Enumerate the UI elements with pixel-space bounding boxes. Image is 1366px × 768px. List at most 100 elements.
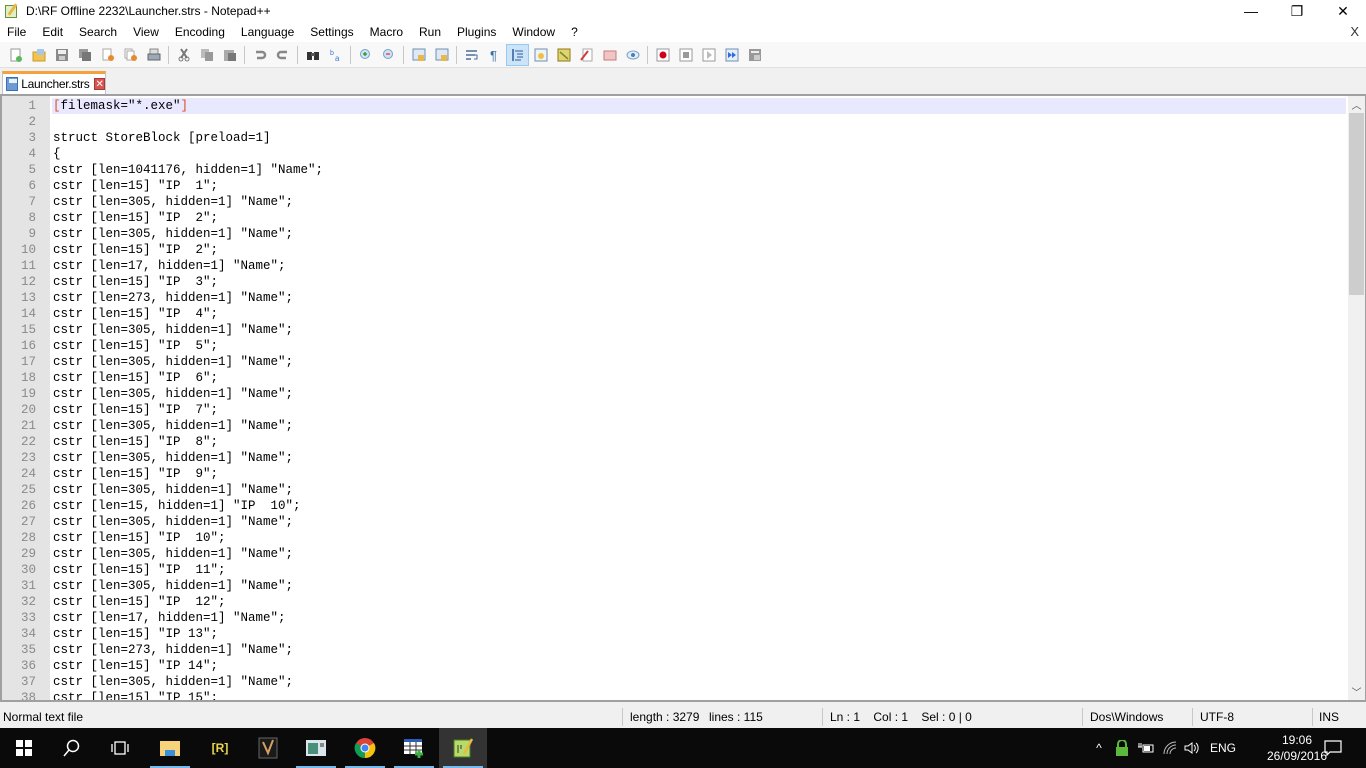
- taskbar-game-launcher[interactable]: [244, 728, 292, 768]
- menu-settings[interactable]: Settings: [302, 22, 361, 42]
- find-button[interactable]: [301, 44, 324, 66]
- minimize-button[interactable]: —: [1228, 0, 1274, 22]
- editor-line[interactable]: 15 cstr [len=305, hidden=1] "Name";: [2, 322, 1346, 338]
- editor-line[interactable]: 31 cstr [len=305, hidden=1] "Name";: [2, 578, 1346, 594]
- show-hidden-icons-button[interactable]: ^: [1090, 741, 1108, 755]
- taskbar-chrome[interactable]: [341, 728, 389, 768]
- editor-line[interactable]: 21 cstr [len=305, hidden=1] "Name";: [2, 418, 1346, 434]
- search-button[interactable]: [48, 728, 96, 768]
- menu-macro[interactable]: Macro: [362, 22, 411, 42]
- editor-line[interactable]: 28 cstr [len=15] "IP 10";: [2, 530, 1346, 546]
- close-all-button[interactable]: [119, 44, 142, 66]
- menu-search[interactable]: Search: [71, 22, 125, 42]
- action-center-button[interactable]: [1310, 728, 1356, 768]
- editor-line[interactable]: 30 cstr [len=15] "IP 11";: [2, 562, 1346, 578]
- redo-button[interactable]: [271, 44, 294, 66]
- menu-help[interactable]: ?: [563, 22, 586, 42]
- input-language-indicator[interactable]: ENG: [1210, 741, 1236, 755]
- menu-view[interactable]: View: [125, 22, 167, 42]
- scrollbar-thumb[interactable]: [1349, 113, 1364, 295]
- menu-edit[interactable]: Edit: [34, 22, 71, 42]
- new-file-button[interactable]: [4, 44, 27, 66]
- scroll-down-icon[interactable]: ﹀: [1348, 683, 1365, 700]
- taskbar-file-explorer[interactable]: [146, 728, 194, 768]
- editor-line[interactable]: 22 cstr [len=15] "IP 8";: [2, 434, 1346, 450]
- save-all-button[interactable]: [73, 44, 96, 66]
- folder-as-workspace-button[interactable]: [575, 44, 598, 66]
- run-macro-multiple-button[interactable]: [720, 44, 743, 66]
- editor-line[interactable]: 13 cstr [len=273, hidden=1] "Name";: [2, 290, 1346, 306]
- editor-line[interactable]: 3 struct StoreBlock [preload=1]: [2, 130, 1346, 146]
- show-all-characters-button[interactable]: ¶: [483, 44, 506, 66]
- battery-power-icon[interactable]: [1138, 741, 1154, 755]
- paste-button[interactable]: [218, 44, 241, 66]
- playback-macro-button[interactable]: [697, 44, 720, 66]
- taskbar-spreadsheet-app[interactable]: [390, 728, 438, 768]
- editor-line[interactable]: 11 cstr [len=17, hidden=1] "Name";: [2, 258, 1346, 274]
- word-wrap-button[interactable]: [460, 44, 483, 66]
- editor-line[interactable]: 5 cstr [len=1041176, hidden=1] "Name";: [2, 162, 1346, 178]
- editor-line[interactable]: 38 cstr [len=15] "IP 15";: [2, 690, 1346, 700]
- editor-line[interactable]: 7 cstr [len=305, hidden=1] "Name";: [2, 194, 1346, 210]
- start-button[interactable]: [0, 728, 48, 768]
- document-map-button[interactable]: [529, 44, 552, 66]
- cut-button[interactable]: [172, 44, 195, 66]
- close-document-button[interactable]: X: [1350, 24, 1359, 39]
- editor-line[interactable]: 37 cstr [len=305, hidden=1] "Name";: [2, 674, 1346, 690]
- task-view-button[interactable]: [96, 728, 144, 768]
- editor-line[interactable]: 2: [2, 114, 1346, 130]
- scroll-up-icon[interactable]: ︿: [1348, 96, 1365, 113]
- editor-line[interactable]: 20 cstr [len=15] "IP 7";: [2, 402, 1346, 418]
- editor-line[interactable]: 29 cstr [len=305, hidden=1] "Name";: [2, 546, 1346, 562]
- text-editor[interactable]: 1 [filemask="*.exe"] 2 3 struct StoreBlock […: [0, 94, 1366, 702]
- taskbar-rf-app[interactable]: [R]: [196, 728, 244, 768]
- print-button[interactable]: [142, 44, 165, 66]
- taskbar-app-window[interactable]: [292, 728, 340, 768]
- lock-icon[interactable]: [1114, 740, 1130, 756]
- editor-line[interactable]: 1 [filemask="*.exe"]: [2, 98, 1346, 114]
- editor-line[interactable]: 23 cstr [len=305, hidden=1] "Name";: [2, 450, 1346, 466]
- editor-line[interactable]: 33 cstr [len=17, hidden=1] "Name";: [2, 610, 1346, 626]
- copy-button[interactable]: [195, 44, 218, 66]
- save-button[interactable]: [50, 44, 73, 66]
- editor-line[interactable]: 18 cstr [len=15] "IP 6";: [2, 370, 1346, 386]
- monitoring-button[interactable]: [621, 44, 644, 66]
- editor-line[interactable]: 25 cstr [len=305, hidden=1] "Name";: [2, 482, 1346, 498]
- editor-line[interactable]: 17 cstr [len=305, hidden=1] "Name";: [2, 354, 1346, 370]
- tab-launcher-strs[interactable]: Launcher.strs ✕: [2, 71, 106, 94]
- editor-line[interactable]: 10 cstr [len=15] "IP 2";: [2, 242, 1346, 258]
- editor-line[interactable]: 27 cstr [len=305, hidden=1] "Name";: [2, 514, 1346, 530]
- indent-guide-button[interactable]: [506, 43, 529, 66]
- taskbar-notepad-plus-plus[interactable]: [439, 728, 487, 768]
- menu-window[interactable]: Window: [504, 22, 563, 42]
- volume-icon[interactable]: [1184, 741, 1200, 755]
- vertical-scrollbar[interactable]: ︿ ﹀: [1348, 96, 1365, 700]
- record-macro-button[interactable]: [651, 44, 674, 66]
- undo-button[interactable]: [248, 44, 271, 66]
- maximize-button[interactable]: ❐: [1274, 0, 1320, 22]
- menu-file[interactable]: File: [0, 22, 34, 42]
- editor-line[interactable]: 34 cstr [len=15] "IP 13";: [2, 626, 1346, 642]
- menu-encoding[interactable]: Encoding: [167, 22, 233, 42]
- editor-line[interactable]: 26 cstr [len=15, hidden=1] "IP 10";: [2, 498, 1346, 514]
- zoom-in-button[interactable]: [354, 44, 377, 66]
- editor-line[interactable]: 32 cstr [len=15] "IP 12";: [2, 594, 1346, 610]
- function-list-button[interactable]: [552, 44, 575, 66]
- editor-line[interactable]: 24 cstr [len=15] "IP 9";: [2, 466, 1346, 482]
- open-folder-workspace-button[interactable]: [598, 44, 621, 66]
- editor-line[interactable]: 36 cstr [len=15] "IP 14";: [2, 658, 1346, 674]
- zoom-out-button[interactable]: [377, 44, 400, 66]
- menu-run[interactable]: Run: [411, 22, 449, 42]
- menu-plugins[interactable]: Plugins: [449, 22, 504, 42]
- close-file-button[interactable]: [96, 44, 119, 66]
- stop-recording-button[interactable]: [674, 44, 697, 66]
- editor-line[interactable]: 4{: [2, 146, 1346, 162]
- editor-line[interactable]: 19 cstr [len=305, hidden=1] "Name";: [2, 386, 1346, 402]
- editor-line[interactable]: 6 cstr [len=15] "IP 1";: [2, 178, 1346, 194]
- wifi-icon[interactable]: [1162, 741, 1178, 755]
- save-macro-button[interactable]: [743, 44, 766, 66]
- open-file-button[interactable]: [27, 44, 50, 66]
- sync-horizontal-button[interactable]: [430, 44, 453, 66]
- editor-line[interactable]: 16 cstr [len=15] "IP 5";: [2, 338, 1346, 354]
- menu-language[interactable]: Language: [233, 22, 302, 42]
